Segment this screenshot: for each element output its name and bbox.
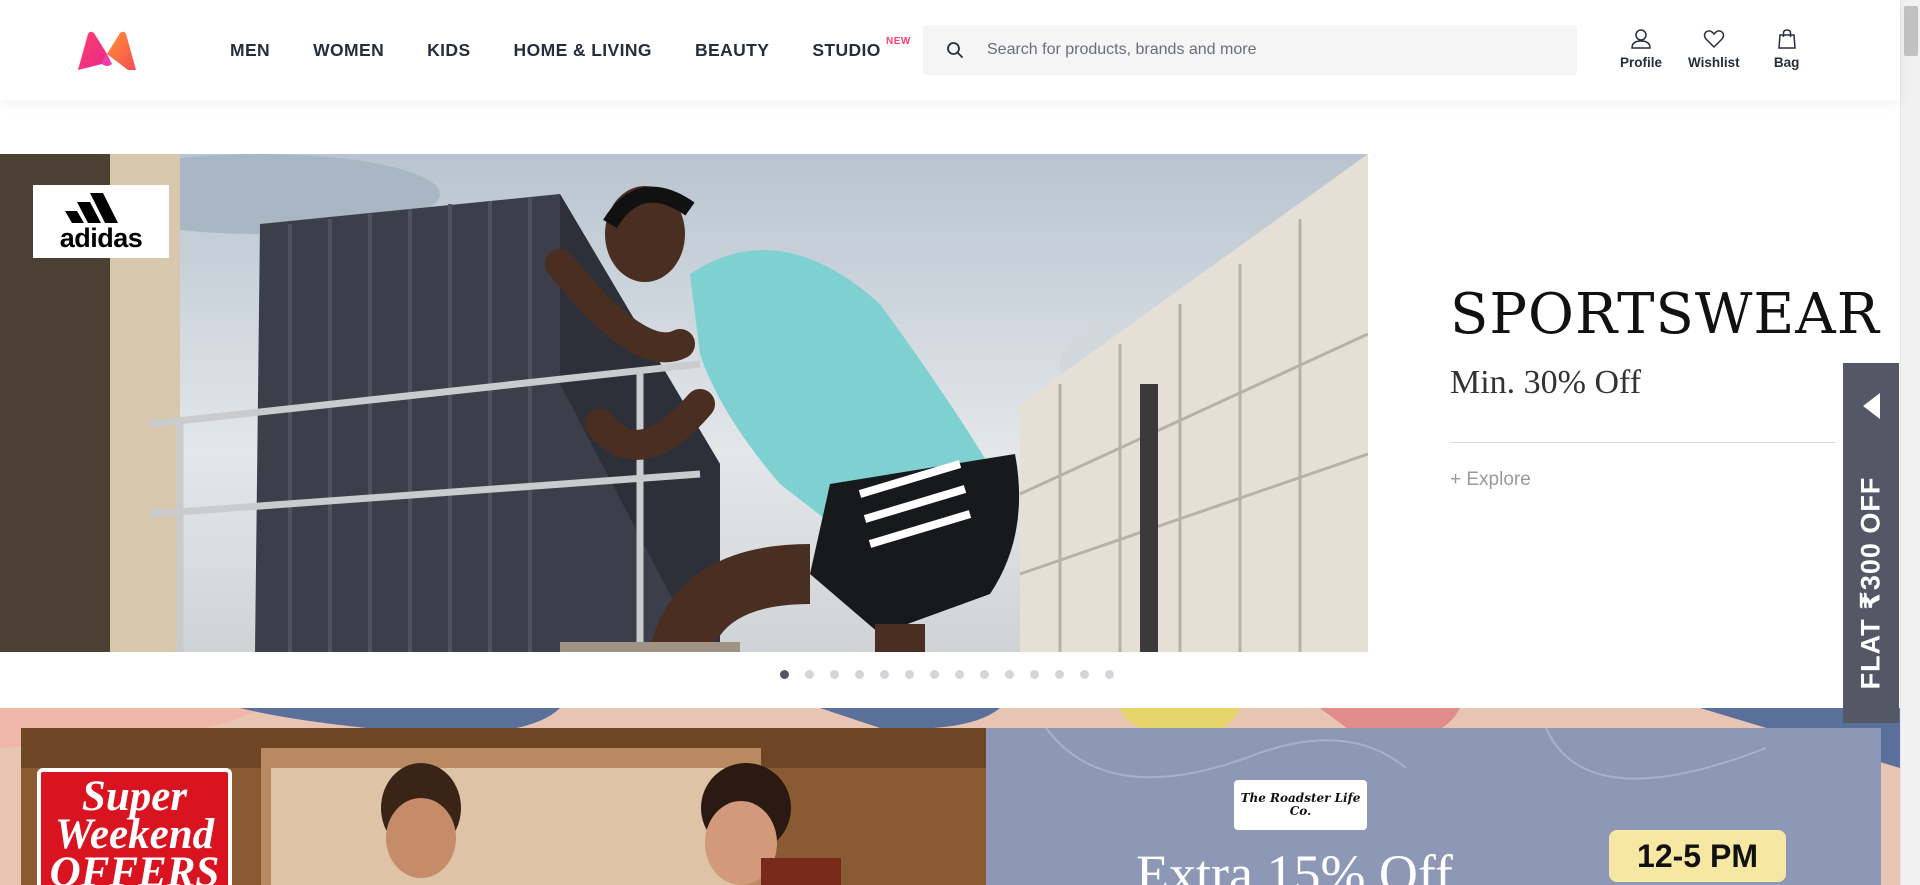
bag-icon: [1777, 29, 1796, 49]
promo-left-image: Super Weekend OFFERS: [21, 728, 986, 885]
flat-off-side-tab[interactable]: FLAT ₹300 OFF: [1843, 363, 1899, 723]
nav-studio[interactable]: STUDIO NEW: [812, 0, 910, 100]
site-header: MEN WOMEN KIDS HOME & LIVING BEAUTY STUD…: [0, 0, 1900, 100]
nav-home-living[interactable]: HOME & LIVING: [514, 0, 652, 100]
carousel-dots: [780, 670, 1130, 679]
carousel-dot[interactable]: [855, 670, 864, 679]
promo-headline: Extra 15% Off: [1136, 844, 1453, 885]
hero-subtitle: Min. 30% Off: [1450, 364, 1642, 401]
roadster-logo: The Roadster Life Co.: [1234, 780, 1367, 830]
nav-beauty[interactable]: BEAUTY: [695, 0, 769, 100]
profile-button[interactable]: Profile: [1620, 28, 1662, 70]
promo-right-panel: The Roadster Life Co. Extra 15% Off 12-5…: [986, 728, 1881, 885]
page-scrollbar[interactable]: [1900, 0, 1920, 885]
carousel-dot[interactable]: [1005, 670, 1014, 679]
wishlist-button[interactable]: Wishlist: [1688, 28, 1740, 70]
carousel-dot[interactable]: [905, 670, 914, 679]
carousel-dot[interactable]: [830, 670, 839, 679]
new-badge: NEW: [885, 36, 911, 47]
weekend-line-3: OFFERS: [49, 849, 220, 885]
adidas-wordmark: adidas: [59, 222, 143, 253]
carousel-dot[interactable]: [1105, 670, 1114, 679]
carousel-dot[interactable]: [930, 670, 939, 679]
carousel-dot[interactable]: [880, 670, 889, 679]
nav-men[interactable]: MEN: [230, 0, 270, 100]
profile-icon: [1631, 29, 1651, 49]
scrollbar-thumb[interactable]: [1904, 6, 1918, 56]
nav-kids[interactable]: KIDS: [427, 0, 470, 100]
wishlist-label: Wishlist: [1688, 55, 1740, 70]
search-input[interactable]: [987, 25, 1577, 75]
carousel-dot[interactable]: [805, 670, 814, 679]
bag-button[interactable]: Bag: [1766, 28, 1808, 70]
main-nav: MEN WOMEN KIDS HOME & LIVING BEAUTY STUD…: [230, 0, 924, 100]
promo-banner[interactable]: Super Weekend OFFERS The Roadster Life C…: [0, 708, 1900, 885]
header-actions: Profile Wishlist Bag: [1620, 28, 1834, 70]
heart-icon: [1703, 30, 1725, 49]
hero-divider: [1450, 442, 1836, 443]
carousel-dot[interactable]: [780, 670, 789, 679]
myntra-logo-icon[interactable]: [76, 30, 138, 72]
carousel-dot[interactable]: [1030, 670, 1039, 679]
profile-label: Profile: [1620, 55, 1663, 70]
roadster-wordmark: The Roadster Life Co.: [1240, 791, 1361, 818]
super-weekend-offers-badge: Super Weekend OFFERS: [37, 768, 232, 885]
hero-title: SPORTSWEAR: [1450, 282, 1880, 347]
search-icon[interactable]: [923, 25, 987, 75]
adidas-stripes-icon: [65, 192, 118, 223]
hero-banner-image[interactable]: adidas: [0, 154, 1368, 652]
hero-photo-illustration: [0, 154, 1368, 652]
time-badge: 12-5 PM: [1609, 830, 1786, 882]
carousel-dot[interactable]: [1055, 670, 1064, 679]
carousel-dot[interactable]: [1080, 670, 1089, 679]
hero-copy: SPORTSWEAR Min. 30% Off + Explore: [1450, 280, 1880, 491]
adidas-logo: adidas: [33, 185, 169, 258]
search-bar: [923, 25, 1577, 75]
carousel-dot[interactable]: [955, 670, 964, 679]
explore-link[interactable]: + Explore: [1450, 469, 1531, 491]
side-tab-label: FLAT ₹300 OFF: [1855, 476, 1886, 690]
collapse-arrow-icon[interactable]: [1863, 393, 1880, 419]
nav-women[interactable]: WOMEN: [313, 0, 384, 100]
bag-label: Bag: [1773, 55, 1800, 70]
carousel-dot[interactable]: [980, 670, 989, 679]
